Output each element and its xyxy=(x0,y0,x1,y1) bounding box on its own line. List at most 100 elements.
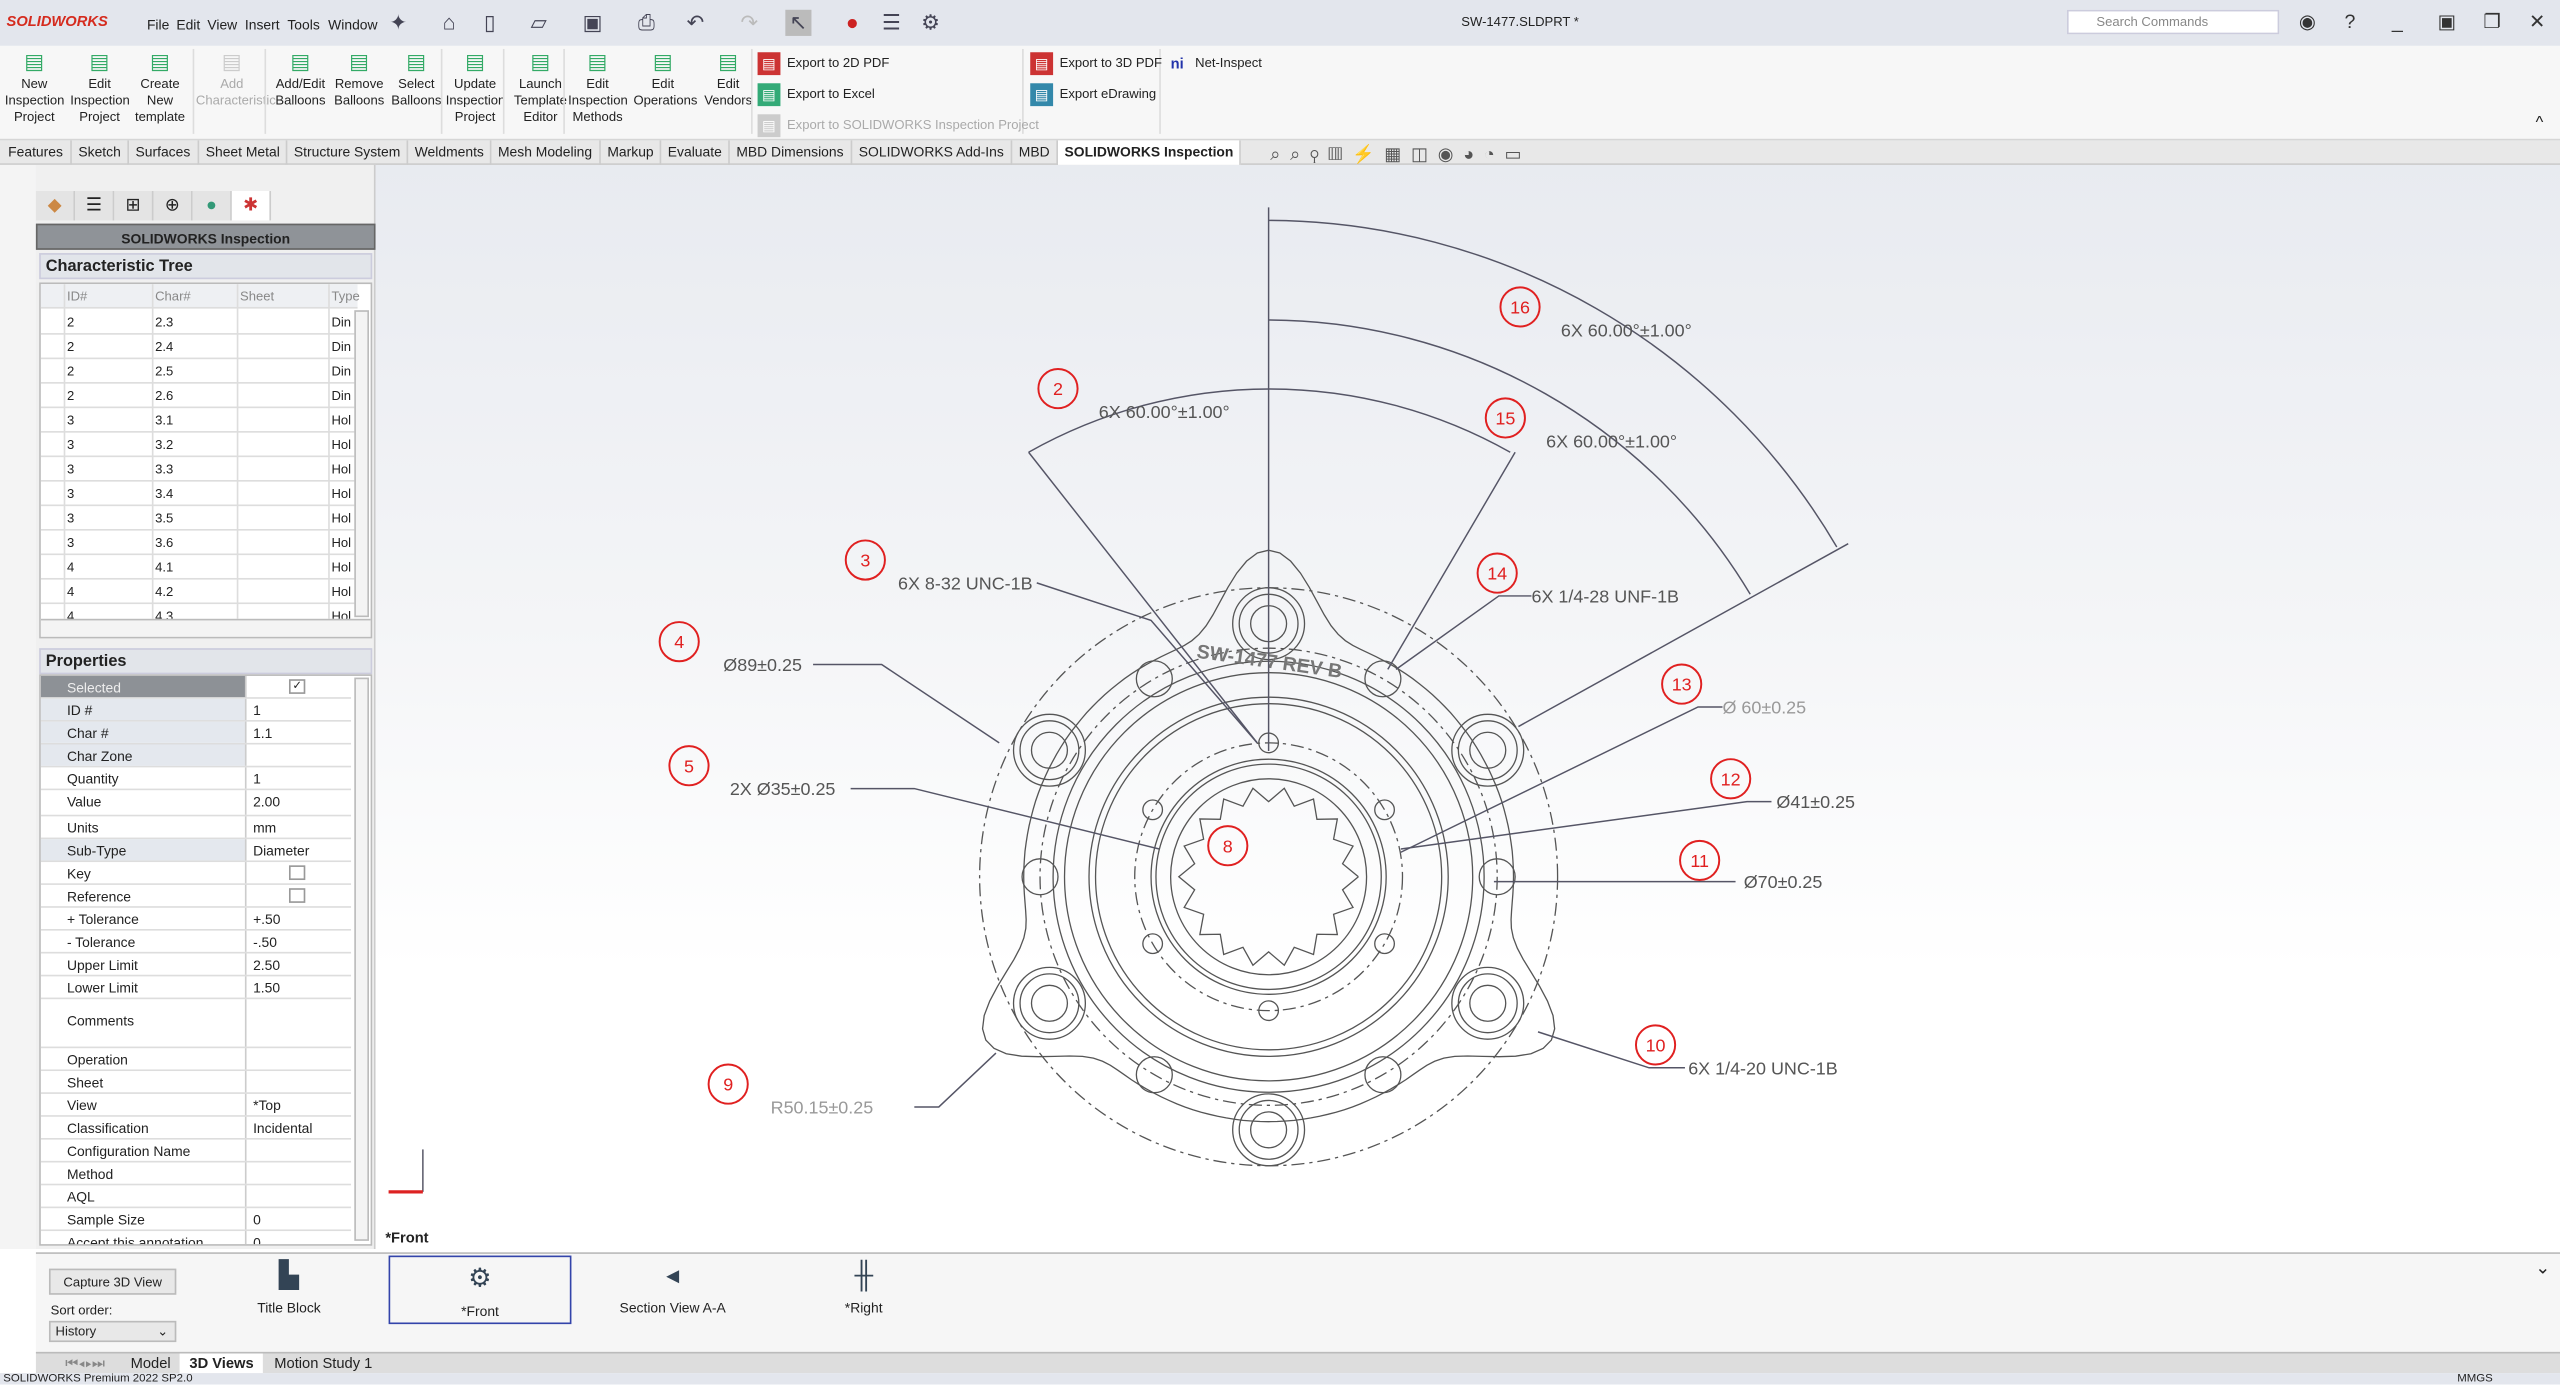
configuration-tab-icon[interactable]: ⊞ xyxy=(114,191,154,221)
property-value[interactable]: *Top xyxy=(253,1097,281,1113)
property-value[interactable]: -.50 xyxy=(253,934,277,950)
propertymanager-tab-icon[interactable]: ☰ xyxy=(75,191,115,221)
property-row[interactable]: Key xyxy=(40,862,352,885)
ribbon-button-3[interactable]: ▤ Add Characteristic xyxy=(196,49,276,109)
tab-3d-views[interactable]: 3D Views xyxy=(179,1353,264,1375)
property-row[interactable]: Selected ✓ xyxy=(40,675,352,699)
tab-evaluate[interactable]: Evaluate xyxy=(661,140,730,165)
property-row[interactable]: Char # 1.1 xyxy=(40,721,352,745)
balloon-11[interactable]: 11 xyxy=(1679,839,1721,882)
property-checkbox[interactable]: ✓ xyxy=(288,679,306,694)
column-header[interactable]: Sheet xyxy=(240,289,274,304)
column-header[interactable]: ID# xyxy=(67,289,87,304)
column-header[interactable]: Char# xyxy=(155,289,191,304)
tab-sketch[interactable]: Sketch xyxy=(72,140,129,165)
property-row[interactable]: Operation xyxy=(40,1048,352,1072)
search-commands-input[interactable]: Search Commands xyxy=(2066,9,2280,35)
property-row[interactable]: Comments xyxy=(40,999,352,1049)
property-row[interactable]: View *Top xyxy=(40,1093,352,1117)
dimension-text[interactable]: 6X 1/4-28 UNF-1B xyxy=(1531,586,1679,606)
table-row[interactable]: 3 3.2 Hol xyxy=(40,433,358,458)
balloon-9[interactable]: 9 xyxy=(707,1063,749,1105)
ribbon-button-10[interactable]: ▤ Edit Operations xyxy=(633,49,697,109)
property-row[interactable]: - Tolerance -.50 xyxy=(40,930,352,954)
balloon-15[interactable]: 15 xyxy=(1484,397,1526,439)
property-row[interactable]: Reference xyxy=(40,884,352,908)
tab-surfaces[interactable]: Surfaces xyxy=(129,140,199,165)
dimension-text[interactable]: Ø 60±0.25 xyxy=(1722,697,1806,717)
property-row[interactable]: Sub-Type Diameter xyxy=(40,839,352,863)
balloon-3[interactable]: 3 xyxy=(844,539,886,581)
export-button-1[interactable]: ▤ Export to Excel xyxy=(757,83,875,107)
featuremanager-tab-icon[interactable]: ◆ xyxy=(35,191,76,221)
menu-insert[interactable]: Insert xyxy=(245,16,280,32)
property-checkbox[interactable] xyxy=(288,865,306,881)
view-item-front[interactable]: ⚙ *Front xyxy=(388,1255,572,1325)
tab-model[interactable]: Model xyxy=(121,1354,181,1375)
open-icon[interactable]: ▱ xyxy=(526,10,552,36)
dimension-text[interactable]: 6X 60.00°±1.00° xyxy=(1099,402,1230,422)
tab-motion-study-1[interactable]: Motion Study 1 xyxy=(264,1354,382,1375)
view-item-section-a-a[interactable]: ◂ Section View A-A xyxy=(583,1254,763,1323)
undo-icon[interactable]: ↶ xyxy=(682,10,708,36)
property-value[interactable]: 1 xyxy=(253,771,261,787)
tab-structure-system[interactable]: Structure System xyxy=(287,140,409,165)
property-value[interactable]: mm xyxy=(253,820,276,836)
property-row[interactable]: Configuration Name xyxy=(40,1139,352,1163)
dimension-text[interactable]: 6X 1/4-20 UNC-1B xyxy=(1688,1058,1838,1078)
collapse-chevron-icon[interactable]: ⌄ xyxy=(2535,1257,2550,1279)
export-button-5[interactable]: ni Net-Inspect xyxy=(1166,52,1262,75)
ribbon-button-4[interactable]: ▤ Add/Edit Balloons xyxy=(271,49,330,109)
property-value[interactable]: 1.1 xyxy=(253,725,272,741)
property-row[interactable]: Sample Size 0 xyxy=(40,1208,352,1232)
dimension-text[interactable]: R50.15±0.25 xyxy=(771,1098,874,1118)
export-button-2[interactable]: ▤ Export to SOLIDWORKS Inspection Project xyxy=(757,114,1039,138)
tab-markup[interactable]: Markup xyxy=(601,140,662,165)
tab-solidworks-inspection[interactable]: SOLIDWORKS Inspection xyxy=(1057,140,1242,165)
dimension-text[interactable]: Ø41±0.25 xyxy=(1776,792,1855,812)
sort-order-select[interactable]: History ⌄ xyxy=(48,1320,177,1343)
export-button-4[interactable]: ▤ Export eDrawing xyxy=(1030,83,1156,107)
table-row[interactable]: 3 3.1 Hol xyxy=(40,408,358,433)
close-icon[interactable]: ✕ xyxy=(2529,10,2545,33)
file-properties-icon[interactable]: ☰ xyxy=(878,10,904,36)
collapse-ribbon-icon[interactable]: ^ xyxy=(2536,114,2544,132)
ribbon-button-7[interactable]: ▤ Update Inspection Project xyxy=(446,49,506,126)
tab-weldments[interactable]: Weldments xyxy=(408,140,493,165)
table-row[interactable]: 3 3.4 Hol xyxy=(40,482,358,507)
menu-file[interactable]: File xyxy=(147,16,169,32)
dimension-text[interactable]: Ø70±0.25 xyxy=(1744,872,1823,892)
properties-scrollbar[interactable] xyxy=(354,677,369,1241)
table-row[interactable]: 2 2.3 Din xyxy=(40,310,358,335)
dimension-text[interactable]: 6X 60.00°±1.00° xyxy=(1561,320,1692,340)
property-row[interactable]: Accept this annotation 0 xyxy=(41,1231,351,1245)
select-icon[interactable]: ↖ xyxy=(785,9,812,36)
table-row[interactable]: 2 2.5 Din xyxy=(40,359,358,384)
drawing-view[interactable]: SW-1477 REV B 6X 60.00°±1.00° 6X 60.00°±1.… xyxy=(377,165,2560,1249)
heads-up-view-toolbar-icon[interactable]: ⌕⌕⚲▥⚡▦◫◉◕◔▭ xyxy=(1270,144,1531,167)
capture-3d-view-button[interactable]: Capture 3D View xyxy=(48,1268,177,1295)
view-item-title-block[interactable]: ▙ Title Block xyxy=(199,1254,379,1323)
property-row[interactable]: AQL xyxy=(40,1185,352,1209)
ribbon-button-2[interactable]: ▤ Create New template xyxy=(131,49,190,126)
export-button-3[interactable]: ▤ Export to 3D PDF xyxy=(1030,52,1162,76)
window-toggle-icon[interactable]: ▣ xyxy=(2438,10,2457,33)
property-value[interactable]: +.50 xyxy=(253,911,280,927)
ribbon-button-8[interactable]: ▤ Launch Template Editor xyxy=(511,49,570,126)
ribbon-button-5[interactable]: ▤ Remove Balloons xyxy=(330,49,389,109)
property-row[interactable]: ID # 1 xyxy=(40,698,352,722)
ribbon-button-11[interactable]: ▤ Edit Vendors xyxy=(699,49,758,109)
menu-tools[interactable]: Tools xyxy=(287,16,319,32)
tree-vertical-scrollbar[interactable] xyxy=(354,310,369,618)
balloon-12[interactable]: 12 xyxy=(1710,758,1752,800)
property-row[interactable]: Char Zone xyxy=(40,744,352,768)
tab-mbd[interactable]: MBD xyxy=(1012,140,1058,165)
property-value[interactable]: 2.50 xyxy=(253,957,280,973)
property-row[interactable]: Classification Incidental xyxy=(40,1116,352,1140)
rebuild-icon[interactable]: ● xyxy=(839,10,865,36)
tab-mesh-modeling[interactable]: Mesh Modeling xyxy=(491,140,601,165)
property-value[interactable]: 1.50 xyxy=(253,980,280,996)
tab-solidworks-add-ins[interactable]: SOLIDWORKS Add-Ins xyxy=(852,140,1012,165)
tree-horizontal-scrollbar[interactable] xyxy=(40,618,371,637)
property-value[interactable]: Incidental xyxy=(253,1120,312,1136)
